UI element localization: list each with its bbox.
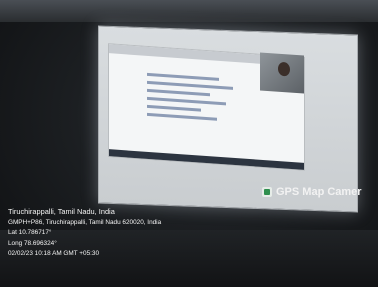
document-text <box>147 72 237 127</box>
map-camera-icon <box>262 187 272 197</box>
location-city: Tiruchirappalli, Tamil Nadu, India <box>8 207 115 216</box>
presenter-video <box>260 52 304 94</box>
location-overlay: Tiruchirappalli, Tamil Nadu, India GMPH+… <box>8 207 161 260</box>
location-address: GMPH+P86, Tiruchirappalli, Tamil Nadu 62… <box>8 218 162 226</box>
gps-map-camera-stamp: GPS Map Camer <box>262 186 362 198</box>
photo: GPS Map Camer Tiruchirappalli, Tamil Nad… <box>0 0 378 287</box>
location-latitude: Lat 10.786717° <box>8 229 52 236</box>
ceiling <box>0 0 378 22</box>
presenter-head <box>278 61 290 77</box>
stamp-label: GPS Map Camer <box>276 186 362 198</box>
location-datetime: 02/02/23 10:18 AM GMT +05:30 <box>8 250 100 257</box>
location-longitude: Long 78.696324° <box>8 239 57 247</box>
